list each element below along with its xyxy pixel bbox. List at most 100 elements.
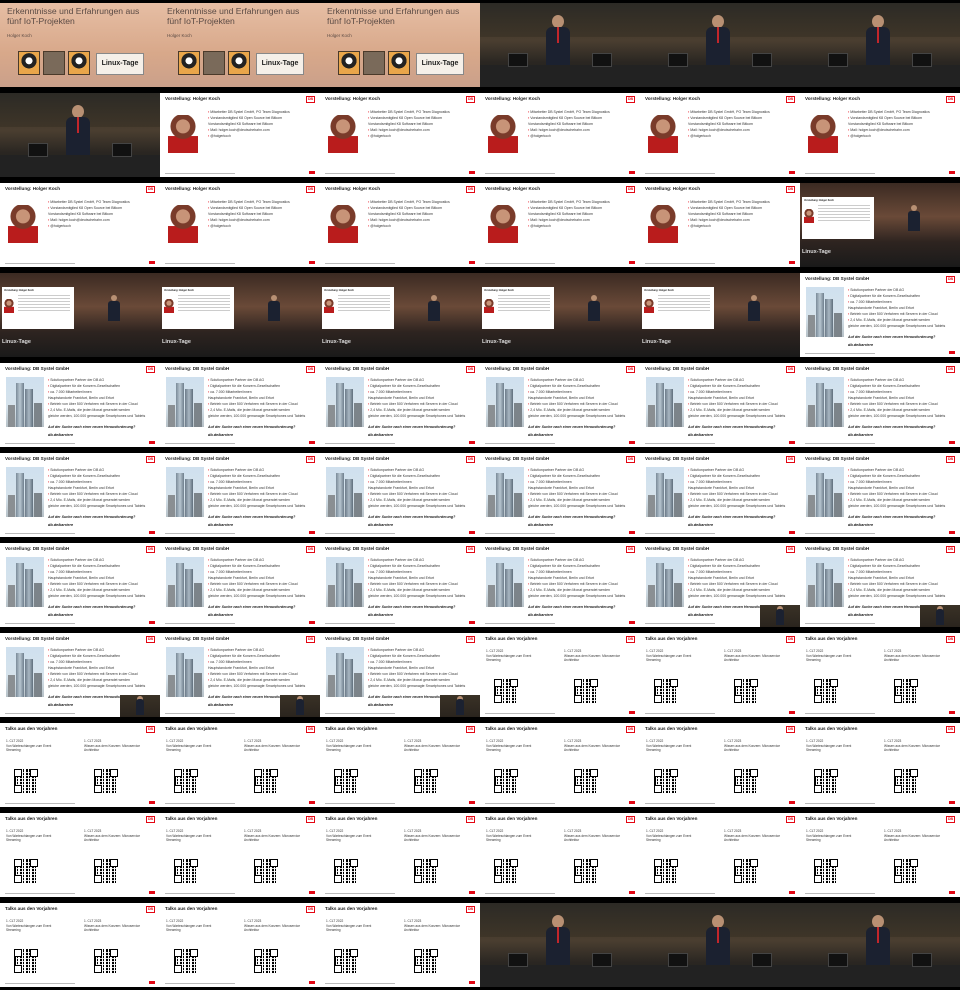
speaker-figure	[546, 15, 570, 65]
db-footer-mark	[149, 621, 155, 624]
thumbnail-cell: Vorstellung: DB Systel GmbH DB Solutionp…	[320, 450, 480, 540]
bullet-list: Mitarbeiter DB Systel GmbH, PO Team Diag…	[208, 109, 312, 139]
thumbnail-cell: Talks aus den Vorjahren DB 1. CLT 2022 V…	[480, 810, 640, 900]
company-slide: Vorstellung: DB Systel GmbH DB Solutionp…	[160, 633, 320, 717]
qr-code-icon	[414, 859, 438, 883]
talk-right: 1. CLT 2023 Wissen aus dem Konzern: Micr…	[404, 739, 462, 753]
company-slide: Vorstellung: DB Systel GmbH DB Solutionp…	[800, 363, 960, 447]
thumbnail-cell: Vorstellung: DB Systel GmbH DB Solutionp…	[480, 450, 640, 540]
career-link: db.de/karriere	[528, 613, 554, 617]
footer-line	[325, 263, 395, 264]
thumbnail-cell: Talks aus den Vorjahren DB 1. CLT 2022 V…	[480, 630, 640, 720]
linux-tage-logo: Linux-Tage	[2, 339, 31, 345]
thumbnail-cell: Vorstellung: Holger Koch Linux-Tage	[160, 270, 320, 360]
qr-code-icon	[174, 859, 198, 883]
mini-slide-title: Vorstellung: Holger Koch	[4, 289, 34, 292]
desk	[640, 65, 800, 87]
db-footer-mark	[629, 801, 635, 804]
career-link: db.de/karriere	[208, 523, 234, 527]
thumbnail-cell: Vorstellung: DB Systel GmbH DB Solutionp…	[320, 360, 480, 450]
db-logo-icon: DB	[786, 186, 795, 193]
speaker-video-frame	[640, 903, 800, 987]
db-footer-mark	[149, 441, 155, 444]
desk	[480, 65, 640, 87]
talk-name: Von Warteschlangen zum Event Streaming	[806, 743, 852, 753]
talk-name: Wissen aus dem Konzern: Microservice Arc…	[404, 923, 460, 933]
bullet-list: Solutionpartner Partner der DB AG Digita…	[208, 647, 312, 689]
speaker-video-frame	[800, 903, 960, 987]
bullet-list: Solutionpartner Partner der DB AG Digita…	[848, 557, 952, 599]
talk-name: Von Warteschlangen zum Event Streaming	[646, 653, 692, 663]
slide-title: Vorstellung: DB Systel GmbH	[485, 366, 550, 371]
footer-line	[165, 263, 235, 264]
office-tower-photo	[166, 467, 204, 517]
db-logo-icon: DB	[946, 636, 955, 643]
career-question: Auf der Suche nach einer neuen Herausfor…	[208, 515, 296, 519]
db-footer-mark	[309, 621, 315, 624]
footer-line	[325, 623, 395, 624]
speaker-figure	[706, 915, 730, 965]
thumbnail-cell: Erkenntnisse und Erfahrungen aus fünf Io…	[320, 0, 480, 90]
speaker-photo	[484, 299, 494, 313]
career-question: Auf der Suche nach einer neuen Herausfor…	[208, 605, 296, 609]
title-slide: Erkenntnisse und Erfahrungen aus fünf Io…	[320, 3, 480, 87]
qr-code-icon	[414, 769, 438, 793]
career-link: db.de/karriere	[688, 523, 714, 527]
db-footer-mark	[309, 171, 315, 174]
slide-title: Vorstellung: Holger Koch	[485, 186, 541, 191]
db-footer-mark	[629, 261, 635, 264]
career-link: db.de/karriere	[208, 433, 234, 437]
talk-name: Von Warteschlangen zum Event Streaming	[6, 833, 52, 843]
db-logo-icon: DB	[306, 366, 315, 373]
office-tower-photo	[646, 377, 684, 427]
slide-title: Vorstellung: DB Systel GmbH	[485, 456, 550, 461]
office-tower-photo	[6, 647, 44, 697]
talks-slide: Talks aus den Vorjahren DB 1. CLT 2022 V…	[800, 813, 960, 897]
talk-name: Von Warteschlangen zum Event Streaming	[166, 923, 212, 933]
thumbnail-cell: Vorstellung: Holger Koch DB Mitarbeiter …	[640, 90, 800, 180]
career-link: db.de/karriere	[688, 433, 714, 437]
speaker-photo	[328, 115, 358, 153]
speaker-intro-slide: Vorstellung: Holger Koch DB Mitarbeiter …	[320, 93, 480, 177]
desk	[480, 965, 640, 987]
talk-right: 1. CLT 2023 Wissen aus dem Konzern: Micr…	[84, 829, 142, 843]
monitor-icon	[112, 143, 132, 157]
bullet-item: gleiche werden, 100.000 gemanagte Smartp…	[368, 504, 466, 508]
db-logo-icon: DB	[786, 816, 795, 823]
monitor-icon	[668, 53, 688, 67]
db-footer-mark	[789, 801, 795, 804]
bullet-list: Solutionpartner Partner der DB AG Digita…	[848, 287, 952, 329]
slide-title: Talks aus den Vorjahren	[325, 816, 378, 821]
qr-code-icon	[494, 769, 518, 793]
talk-name: Wissen aus dem Konzern: Microservice Arc…	[724, 833, 780, 843]
speaker-video-frame	[640, 3, 800, 87]
db-footer-mark	[469, 981, 475, 984]
desk	[640, 965, 800, 987]
db-logo-icon: DB	[466, 546, 475, 553]
career-link: db.de/karriere	[368, 613, 394, 617]
speaker-photo	[324, 299, 334, 313]
speaker-photo	[488, 205, 518, 243]
db-logo-icon: DB	[306, 456, 315, 463]
bullet-list: Solutionpartner Partner der DB AG Digita…	[688, 467, 792, 509]
db-logo-icon: DB	[306, 906, 315, 913]
linux-tage-logo: Linux-Tage	[96, 53, 144, 75]
slide-title: Talks aus den Vorjahren	[325, 726, 378, 731]
footer-line	[645, 803, 715, 804]
penguin-logo-icon	[338, 51, 360, 75]
linux-tage-logo: Linux-Tage	[162, 339, 191, 345]
slide-title: Vorstellung: Holger Koch	[485, 96, 541, 101]
thumbnail-cell: Talks aus den Vorjahren DB 1. CLT 2022 V…	[320, 720, 480, 810]
mini-bullets	[18, 295, 70, 311]
thumbnail-cell: Vorstellung: Holger Koch DB Mitarbeiter …	[480, 90, 640, 180]
thumbnail-cell: Vorstellung: DB Systel GmbH DB Solutionp…	[800, 450, 960, 540]
footer-line	[645, 443, 715, 444]
talk-left: 1. CLT 2022 Von Warteschlangen zum Event…	[6, 919, 64, 933]
footer-line	[645, 173, 715, 174]
bullet-item: @holgerkoch	[368, 133, 472, 139]
slide-title: Vorstellung: DB Systel GmbH	[485, 546, 550, 551]
slide-title: Vorstellung: DB Systel GmbH	[5, 636, 70, 641]
thumbnail-cell: Vorstellung: DB Systel GmbH DB Solutionp…	[160, 360, 320, 450]
db-logo-icon: DB	[306, 816, 315, 823]
talk-left: 1. CLT 2022 Von Warteschlangen zum Event…	[486, 649, 544, 663]
